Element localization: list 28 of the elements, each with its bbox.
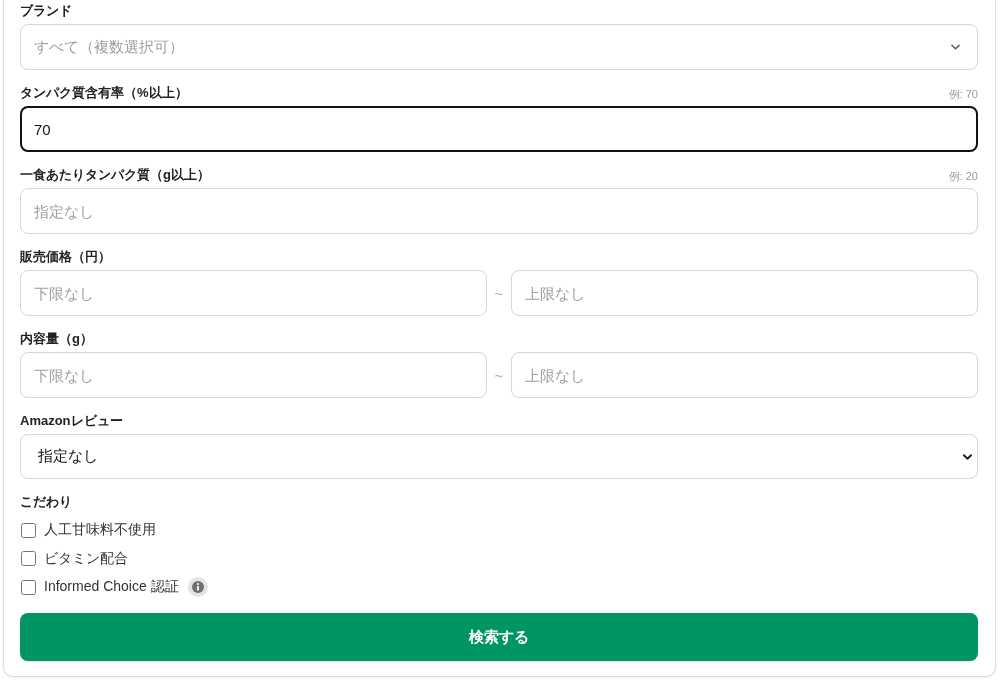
select-field[interactable]: 指定なし (20, 434, 978, 479)
checkbox[interactable] (21, 522, 36, 538)
chevron-down-icon (963, 453, 972, 460)
info-icon[interactable] (187, 577, 208, 597)
checkbox[interactable] (21, 579, 36, 595)
search-button[interactable]: 検索する (20, 613, 978, 661)
field-label: ブランド (20, 2, 72, 19)
hint-text: 例: 20 (948, 169, 978, 183)
field-label: タンパク質含有率（%以上） (20, 84, 188, 101)
input-field[interactable]: 指定なし (20, 188, 978, 234)
range-separator: ~ (493, 284, 505, 302)
input-field[interactable]: 上限なし (511, 352, 978, 398)
hint-text: 例: 70 (948, 87, 978, 101)
checkbox-label[interactable]: 人工甘味料不使用 (44, 521, 156, 539)
input-field[interactable]: 下限なし (20, 270, 487, 316)
field-label: Amazonレビュー (20, 412, 123, 429)
field-label: こだわり (20, 493, 72, 510)
checkbox-label[interactable]: ビタミン配合 (44, 549, 128, 568)
input-field[interactable]: 下限なし (20, 352, 487, 398)
input-field[interactable]: 70 (20, 106, 978, 152)
field-label: 内容量（g） (20, 330, 93, 347)
field-label: 一食あたりタンパク質（g以上） (20, 166, 210, 183)
field-label: 販売価格（円） (20, 248, 111, 265)
checkbox[interactable] (21, 551, 36, 566)
chevron-down-icon (951, 44, 960, 50)
range-separator: ~ (493, 366, 505, 384)
input-field[interactable]: 上限なし (511, 270, 978, 316)
checkbox-label[interactable]: Informed Choice 認証 (44, 578, 179, 596)
